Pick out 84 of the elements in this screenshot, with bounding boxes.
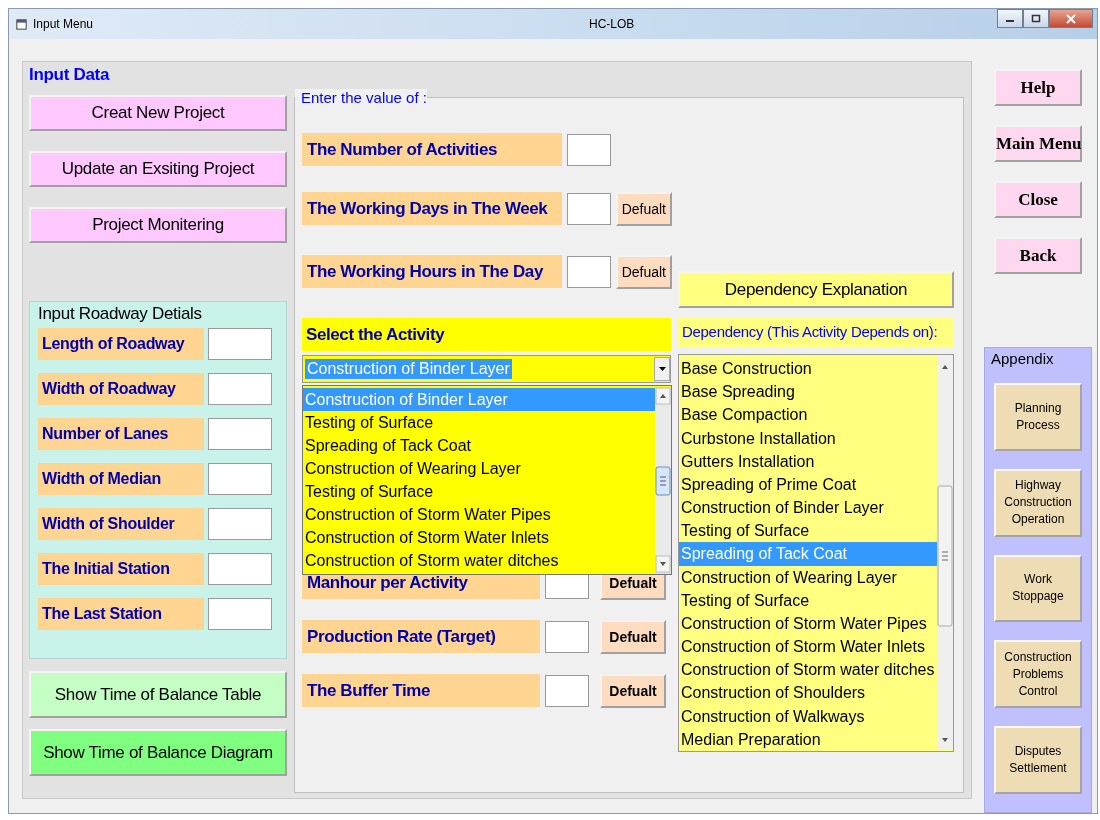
- section-title: Select the Activity: [302, 318, 671, 351]
- default-button[interactable]: Defualt: [615, 254, 672, 289]
- field-label: Production Rate (Target): [302, 620, 540, 653]
- field-label: The Number of Activities: [302, 133, 562, 166]
- input-field[interactable]: [208, 418, 272, 450]
- appendix-button[interactable]: Construction Problems Control: [994, 640, 1082, 709]
- list-item[interactable]: Construction of Binder Layer: [679, 496, 937, 520]
- field-label: The Working Hours in The Day: [302, 255, 562, 288]
- project-button[interactable]: Update an Exsiting Project: [29, 151, 287, 187]
- default-button[interactable]: Defualt: [600, 673, 666, 708]
- dropdown-option[interactable]: Construction of Wearing Layer: [303, 457, 655, 480]
- field-label: Length of Roadway: [38, 328, 204, 360]
- input-field[interactable]: [208, 463, 272, 495]
- window-title: Input Menu: [33, 17, 94, 31]
- input-field[interactable]: [208, 508, 272, 540]
- field-label: The Last Station: [38, 598, 204, 630]
- maximize-icon: [1031, 14, 1041, 23]
- window-icon: [15, 17, 28, 31]
- list-item[interactable]: Gutters Installation: [679, 449, 937, 473]
- field-label: Number of Lanes: [38, 418, 204, 450]
- list-item[interactable]: Construction of Storm Water Pipes: [679, 611, 937, 636]
- app-title: HC-LOB: [589, 17, 635, 31]
- caret-icon: [658, 367, 666, 371]
- list-item[interactable]: Curbstone Installation: [679, 426, 937, 450]
- input-field[interactable]: [208, 373, 272, 405]
- field-label: The Working Days in The Week: [302, 192, 562, 225]
- input-field[interactable]: [208, 328, 272, 360]
- group-title: Enter the value of :: [295, 89, 427, 106]
- dropdown-option[interactable]: Construction of Storm Water Inlets: [303, 526, 655, 549]
- maximize-button[interactable]: [1023, 9, 1049, 28]
- list-item[interactable]: Testing of Surface: [679, 588, 937, 612]
- list-item[interactable]: Base Spreading: [679, 380, 937, 404]
- group-title: Input Roadway Detials: [38, 303, 202, 325]
- default-button[interactable]: Defualt: [600, 619, 666, 654]
- field-label: The Buffer Time: [302, 674, 540, 707]
- scrollbar[interactable]: [655, 387, 671, 573]
- side-button[interactable]: Close: [994, 181, 1082, 218]
- list-item[interactable]: Testing of Surface: [679, 519, 937, 543]
- appendix-button[interactable]: Work Stoppage: [994, 554, 1082, 623]
- scrollbar[interactable]: [937, 356, 953, 750]
- side-button[interactable]: Help: [994, 69, 1082, 106]
- field-label: Width of Shoulder: [38, 508, 204, 540]
- field-label: Width of Median: [38, 463, 204, 495]
- list-item[interactable]: Spreading of Prime Coat: [679, 472, 937, 497]
- close-icon: [1066, 13, 1076, 24]
- list-item[interactable]: Construction of Storm water ditches: [679, 658, 937, 682]
- dependency-explanation-button[interactable]: Dependency Explanation: [678, 271, 954, 308]
- list-item[interactable]: Construction of Shoulders: [679, 681, 937, 705]
- input-field[interactable]: [208, 553, 272, 585]
- project-button[interactable]: Creat New Project: [29, 95, 287, 131]
- show-button[interactable]: Show Time of Balance Table: [29, 671, 287, 718]
- dropdown-value: Construction of Binder Layer: [305, 359, 512, 379]
- section-title: Dependency (This Activity Depends on):: [678, 317, 954, 347]
- list-item[interactable]: Construction of Storm Water Inlets: [679, 635, 937, 659]
- input-field[interactable]: [208, 598, 272, 630]
- list-item[interactable]: Median Preparation: [679, 727, 937, 751]
- minimize-button[interactable]: [997, 9, 1023, 28]
- list-item[interactable]: Base Compaction: [679, 403, 937, 427]
- dropdown-option[interactable]: Construction of Storm Water Pipes: [303, 503, 655, 526]
- input-field[interactable]: [566, 255, 611, 288]
- close-button[interactable]: [1049, 9, 1093, 28]
- input-field[interactable]: [567, 133, 611, 166]
- input-field[interactable]: [545, 674, 589, 707]
- dropdown-option[interactable]: Testing of Surface: [303, 480, 655, 503]
- appendix-button[interactable]: Highway Construction Operation: [994, 468, 1082, 537]
- group-title: Appendix: [990, 349, 1054, 367]
- field-label: Width of Roadway: [38, 373, 204, 405]
- list-item[interactable]: Construction of Walkways: [679, 704, 937, 728]
- field-label: The Initial Station: [38, 553, 204, 585]
- project-button[interactable]: Project Monitering: [29, 207, 287, 243]
- input-field[interactable]: [566, 192, 611, 225]
- appendix-button[interactable]: Planning Process: [994, 383, 1082, 451]
- side-button[interactable]: Main Menu: [994, 125, 1082, 162]
- side-button[interactable]: Back: [994, 237, 1082, 274]
- dropdown-option[interactable]: Testing of Surface: [303, 411, 655, 434]
- dropdown-arrow-button[interactable]: [654, 357, 670, 381]
- show-button[interactable]: Show Time of Balance Diagram: [29, 729, 287, 776]
- panel-title: Input Data: [28, 64, 110, 85]
- input-field[interactable]: [545, 620, 589, 653]
- list-item[interactable]: Base Construction: [679, 357, 937, 381]
- appendix-button[interactable]: Disputes Settlement: [994, 726, 1082, 794]
- list-item[interactable]: Construction of Wearing Layer: [679, 565, 937, 589]
- dropdown-option[interactable]: Spreading of Tack Coat: [303, 434, 655, 457]
- default-button[interactable]: Defualt: [615, 191, 672, 226]
